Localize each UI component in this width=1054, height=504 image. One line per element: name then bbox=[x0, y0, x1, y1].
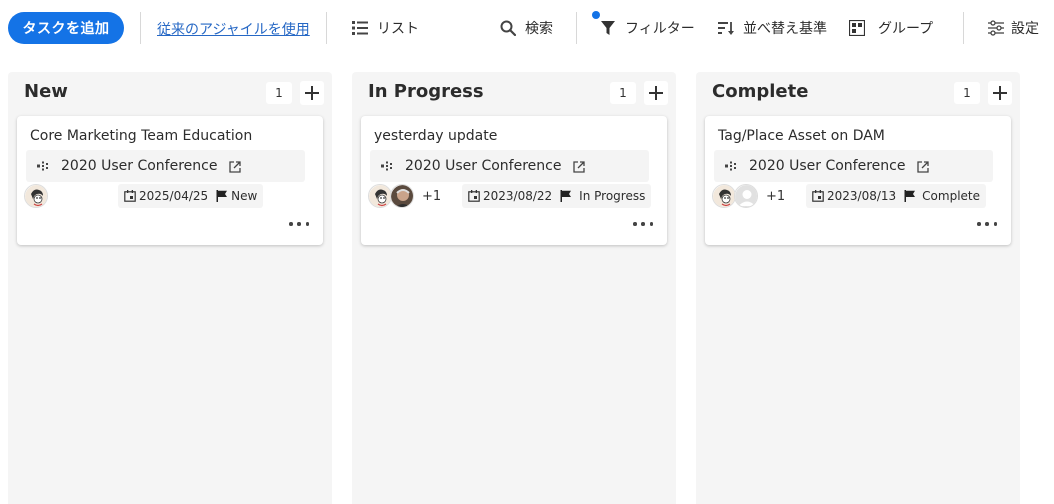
sort-label: 並べ替え基準 bbox=[743, 21, 827, 37]
status-badge[interactable]: Complete bbox=[904, 189, 980, 203]
list-icon bbox=[352, 21, 368, 35]
toolbar-divider bbox=[326, 12, 327, 44]
task-title[interactable]: Tag/Place Asset on DAM bbox=[718, 128, 885, 144]
assignees[interactable]: +1 bbox=[368, 184, 441, 208]
filter-button[interactable]: フィルター bbox=[600, 16, 695, 40]
assignees[interactable]: +1 bbox=[712, 184, 785, 208]
filter-active-indicator bbox=[592, 11, 600, 19]
sort-icon bbox=[718, 22, 734, 35]
project-name: 2020 User Conference bbox=[405, 158, 562, 174]
status-badge[interactable]: New bbox=[216, 189, 257, 203]
column-add-task-button[interactable] bbox=[644, 81, 668, 105]
task-card[interactable]: yesterday update 2020 User Conference +1… bbox=[361, 116, 667, 245]
column-in-progress: In Progress 1 yesterday update 2020 User… bbox=[352, 72, 676, 504]
assignees[interactable] bbox=[24, 184, 48, 208]
search-icon bbox=[500, 20, 516, 36]
project-name: 2020 User Conference bbox=[749, 158, 906, 174]
list-view-label: リスト bbox=[377, 21, 419, 37]
column-title: New bbox=[24, 81, 68, 102]
task-meta: 2025/04/25 New bbox=[118, 184, 264, 208]
avatar[interactable] bbox=[24, 184, 48, 208]
project-name: 2020 User Conference bbox=[61, 158, 218, 174]
column-task-count: 1 bbox=[954, 82, 980, 104]
column-complete: Complete 1 Tag/Place Asset on DAM 2020 U… bbox=[696, 72, 1020, 504]
calendar-icon bbox=[124, 190, 136, 202]
search-button[interactable]: 検索 bbox=[500, 16, 553, 40]
status-label: New bbox=[231, 189, 258, 203]
external-link-icon[interactable] bbox=[573, 161, 586, 173]
flag-icon bbox=[560, 190, 572, 202]
group-icon bbox=[849, 20, 865, 36]
group-button[interactable]: グループ bbox=[849, 16, 933, 40]
group-label: グループ bbox=[878, 21, 934, 37]
task-title[interactable]: Core Marketing Team Education bbox=[30, 128, 252, 144]
settings-button[interactable]: 設定 bbox=[988, 16, 1039, 40]
board-toolbar: タスクを追加 従来のアジャイルを使用 リスト 検索 フィルター 並べ替え基準 グ… bbox=[0, 0, 1054, 58]
more-options-button[interactable] bbox=[289, 218, 309, 230]
flag-icon bbox=[904, 190, 916, 202]
filter-icon bbox=[601, 21, 615, 35]
list-view-button[interactable]: リスト bbox=[352, 16, 419, 40]
task-card[interactable]: Core Marketing Team Education 2020 User … bbox=[17, 116, 323, 245]
task-title[interactable]: yesterday update bbox=[374, 128, 497, 144]
column-add-task-button[interactable] bbox=[300, 81, 324, 105]
toolbar-divider bbox=[576, 12, 577, 44]
task-meta: 2023/08/13 Complete bbox=[806, 184, 987, 208]
calendar-icon bbox=[468, 190, 480, 202]
additional-assignees-count[interactable]: +1 bbox=[422, 189, 441, 204]
column-new: New 1 Core Marketing Team Education 2020… bbox=[8, 72, 332, 504]
use-legacy-agile-link[interactable]: 従来のアジャイルを使用 bbox=[157, 19, 310, 39]
project-link[interactable]: 2020 User Conference bbox=[26, 150, 305, 182]
column-task-count: 1 bbox=[266, 82, 292, 104]
plus-icon bbox=[993, 86, 1007, 100]
default-avatar[interactable] bbox=[734, 184, 758, 208]
column-title: Complete bbox=[712, 81, 809, 102]
column-title: In Progress bbox=[368, 81, 484, 102]
project-icon bbox=[37, 161, 48, 171]
external-link-icon[interactable] bbox=[229, 161, 242, 173]
add-task-button[interactable]: タスクを追加 bbox=[8, 12, 124, 44]
due-date: 2023/08/13 bbox=[827, 189, 897, 203]
filter-label: フィルター bbox=[625, 21, 695, 37]
task-card[interactable]: Tag/Place Asset on DAM 2020 User Confere… bbox=[705, 116, 1011, 245]
column-task-count: 1 bbox=[610, 82, 636, 104]
project-link[interactable]: 2020 User Conference bbox=[370, 150, 649, 182]
plus-icon bbox=[649, 86, 663, 100]
toolbar-divider bbox=[963, 12, 964, 44]
project-icon bbox=[725, 161, 736, 171]
more-options-button[interactable] bbox=[633, 218, 653, 230]
additional-assignees-count[interactable]: +1 bbox=[766, 189, 785, 204]
more-options-button[interactable] bbox=[977, 218, 997, 230]
status-badge[interactable]: In Progress bbox=[560, 189, 645, 203]
settings-sliders-icon bbox=[988, 20, 1004, 36]
project-link[interactable]: 2020 User Conference bbox=[714, 150, 993, 182]
flag-icon bbox=[216, 190, 228, 202]
plus-icon bbox=[305, 86, 319, 100]
search-label: 検索 bbox=[525, 21, 553, 37]
avatar[interactable] bbox=[390, 184, 414, 208]
external-link-icon[interactable] bbox=[917, 161, 930, 173]
due-date: 2025/04/25 bbox=[139, 189, 209, 203]
toolbar-divider bbox=[140, 12, 141, 44]
settings-label: 設定 bbox=[1011, 21, 1039, 37]
column-add-task-button[interactable] bbox=[988, 81, 1012, 105]
status-label: Complete bbox=[922, 189, 981, 203]
sort-button[interactable]: 並べ替え基準 bbox=[718, 16, 827, 40]
task-meta: 2023/08/22 In Progress bbox=[462, 184, 652, 208]
status-label: In Progress bbox=[579, 189, 646, 203]
avatar[interactable] bbox=[368, 184, 392, 208]
project-icon bbox=[381, 161, 392, 171]
avatar[interactable] bbox=[712, 184, 736, 208]
due-date: 2023/08/22 bbox=[483, 189, 553, 203]
calendar-icon bbox=[812, 190, 824, 202]
